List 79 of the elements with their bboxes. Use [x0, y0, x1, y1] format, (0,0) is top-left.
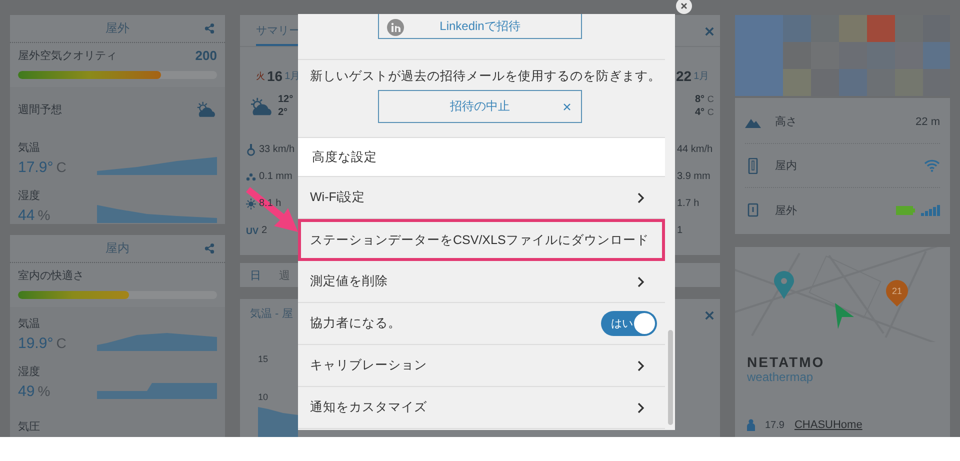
chart-title: 気温 - 屋	[249, 306, 294, 322]
chevron-icon	[637, 360, 645, 372]
metric-label: 湿度	[18, 188, 41, 204]
location-label: 屋外	[775, 204, 798, 218]
station-temperature: 17.9	[765, 420, 784, 430]
sun-cloud-icon	[195, 100, 217, 118]
metric-unit: %	[38, 382, 50, 401]
card-title: 屋外	[106, 20, 130, 37]
location-label: 高さ	[775, 114, 798, 129]
metric-value: 44	[18, 206, 35, 226]
scrollbar-thumb[interactable]	[668, 330, 673, 425]
raindrops-icon	[246, 170, 256, 182]
high-temperature: 12°	[278, 93, 294, 106]
close-icon	[563, 103, 571, 111]
invite-note: 新しいゲストが過去の招待メールを使用するのを防ぎます。	[309, 68, 662, 84]
uv-index: 1	[677, 225, 683, 236]
sun-cloud-icon	[248, 96, 274, 116]
metric-value: 19.9°	[18, 334, 54, 354]
air-quality-label: 屋外空気クオリティ	[18, 48, 117, 62]
chevron-icon	[637, 192, 645, 204]
uv-index: 2	[262, 225, 268, 236]
air-quality-value: 200	[195, 48, 217, 62]
location-pin-icon	[774, 271, 794, 299]
rainfall: 3.9 mm	[677, 171, 710, 182]
toggle-switch[interactable]: はい	[601, 311, 657, 336]
settings-row[interactable]: 測定値を削除	[298, 261, 665, 303]
sun-icon	[246, 198, 256, 210]
location-value: 22 m	[916, 116, 940, 128]
month: 1月	[694, 70, 710, 83]
day-number: 16	[267, 68, 283, 84]
linkedin-invite-button[interactable]: Linkedinで招待	[378, 14, 582, 39]
axis-label: 15	[257, 353, 270, 365]
station-link[interactable]: CHASUHome	[794, 419, 862, 431]
chevron-icon	[637, 402, 645, 414]
uv-label: UV	[246, 226, 259, 236]
share-icon[interactable]	[204, 23, 215, 34]
module-icon	[745, 202, 761, 218]
share-icon[interactable]	[204, 243, 215, 254]
month: 1月	[284, 70, 300, 83]
settings-row[interactable]: Wi-Fi設定	[298, 177, 665, 219]
signal-icon	[921, 204, 940, 216]
sunshine-hours: 1.7 h	[677, 198, 700, 209]
stop-invite-button[interactable]: 招待の中止	[378, 90, 582, 123]
metric-label: 気温	[18, 317, 41, 332]
wind-gauge-icon	[246, 144, 256, 156]
forecast-label: 週間予想	[18, 102, 62, 116]
battery-icon	[896, 206, 915, 214]
location-label: 屋内	[775, 159, 798, 173]
rainfall: 0.1 mm	[259, 171, 292, 182]
metric-value: 49	[18, 382, 35, 402]
day-number: 22	[676, 68, 692, 84]
high-temperature: 8° C	[695, 93, 714, 106]
axis-label: 10	[257, 391, 270, 403]
low-temperature: 4° C	[695, 106, 714, 119]
metric-label: 気温	[18, 141, 41, 156]
wifi-icon	[924, 159, 940, 172]
brand-subtitle: weathermap	[747, 370, 814, 384]
metric-label: 湿度	[18, 364, 41, 380]
metric-label: 気圧	[18, 420, 40, 435]
period-tab[interactable]: 日	[250, 268, 261, 283]
metric-unit: %	[38, 206, 50, 225]
weekday: 火	[256, 70, 265, 82]
settings-row[interactable]: キャリブレーション	[298, 345, 665, 387]
comfort-label: 室内の快適さ	[18, 268, 84, 282]
card-title: 屋内	[106, 240, 130, 257]
section-title: 高度な設定	[298, 138, 665, 177]
metric-value: 17.9°	[18, 158, 54, 178]
settings-row[interactable]: ステーションデーターをCSV/XLSファイルにダウンロード	[298, 219, 665, 261]
wind-speed: 33 km/h	[259, 144, 295, 155]
wind-speed: 44 km/h	[677, 144, 713, 155]
chevron-icon	[637, 276, 645, 288]
low-temperature: 2°	[278, 106, 289, 119]
settings-row[interactable]: 通知をカスタマイズ	[298, 387, 665, 429]
person-icon	[747, 419, 755, 431]
brand-name: NETATMO	[747, 354, 826, 370]
navigation-arrow-icon	[832, 303, 854, 329]
settings-row[interactable]: 協力者になる。 はい	[298, 303, 665, 345]
close-icon[interactable]	[676, 0, 692, 14]
in-circle-icon	[387, 19, 404, 36]
